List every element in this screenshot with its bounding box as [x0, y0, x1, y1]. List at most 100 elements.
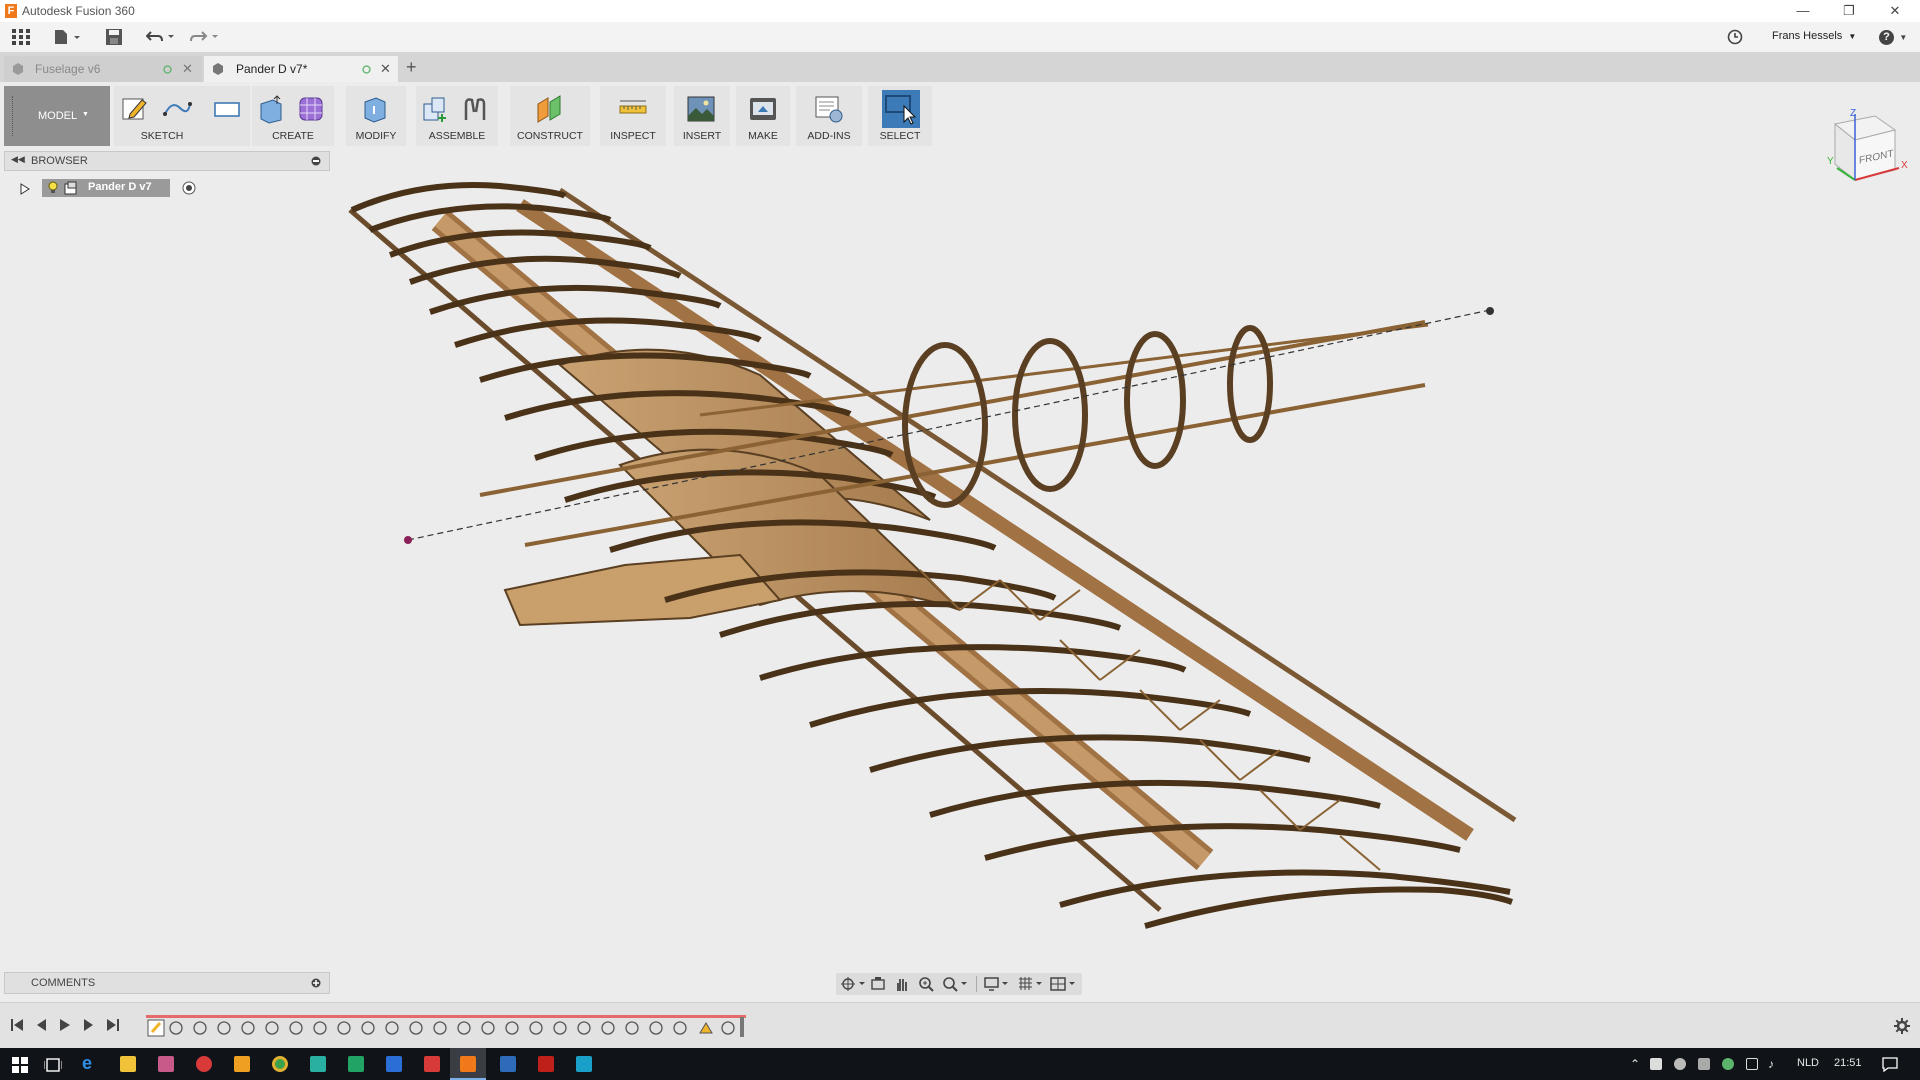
tray-app-icon[interactable] [1650, 1058, 1662, 1070]
y-axis-label: Y [1827, 156, 1834, 167]
workspace-label: MODEL [38, 110, 78, 122]
restore-button[interactable]: ❐ [1826, 0, 1872, 22]
tab-fuselage-v6[interactable]: Fuselage v6 ✕ [4, 56, 202, 82]
group-label: CONSTRUCT [517, 130, 583, 142]
toolbar-group-construct[interactable]: CONSTRUCT [510, 86, 590, 146]
toolbar-group-inspect[interactable]: INSPECT [600, 86, 666, 146]
job-status-clock-icon[interactable] [1727, 29, 1743, 45]
axis-endpoint[interactable] [404, 536, 412, 544]
close-tab-icon[interactable]: ✕ [182, 56, 193, 82]
insert-canvas-icon[interactable] [686, 94, 716, 124]
timeline-marker[interactable] [740, 1017, 744, 1037]
redo-icon[interactable] [190, 30, 222, 44]
app-pinned-icon[interactable] [576, 1056, 592, 1072]
go-to-start-icon[interactable] [10, 1018, 24, 1032]
axis-endpoint[interactable] [1486, 307, 1494, 315]
pan-hand-icon[interactable] [894, 976, 910, 992]
joint-icon[interactable] [460, 94, 490, 124]
group-label: MODIFY [355, 130, 397, 142]
toolbar-group-add-ins[interactable]: ADD-INS [796, 86, 862, 146]
help-button[interactable]: ? ▼ [1879, 29, 1907, 45]
rectangle-icon[interactable] [212, 94, 242, 124]
data-panel-grid-icon[interactable] [12, 29, 30, 45]
close-window-button[interactable]: ✕ [1872, 0, 1918, 22]
toolbar-group-modify[interactable]: MODIFY [346, 86, 406, 146]
app-pinned-icon[interactable] [310, 1056, 326, 1072]
chevron-down-icon: ▼ [1899, 33, 1908, 42]
play-icon[interactable] [58, 1018, 72, 1032]
timeline-history-strip[interactable] [146, 1015, 746, 1037]
tab-pander-d-v7[interactable]: Pander D v7* ✕ [204, 56, 398, 82]
select-arrow-icon[interactable] [882, 90, 920, 128]
undo-icon[interactable] [146, 30, 178, 44]
look-at-icon[interactable] [870, 976, 886, 992]
windows-start-icon[interactable] [12, 1057, 28, 1073]
minimize-button[interactable]: — [1780, 0, 1826, 22]
comments-panel[interactable]: COMMENTS [4, 972, 330, 994]
extrude-icon[interactable] [256, 94, 286, 124]
app-pinned-icon[interactable] [234, 1056, 250, 1072]
group-label: ASSEMBLE [428, 130, 486, 142]
chrome-browser-icon[interactable] [272, 1056, 288, 1072]
task-view-icon[interactable] [44, 1057, 62, 1073]
app-pinned-icon[interactable] [500, 1056, 516, 1072]
grid-snaps-icon[interactable] [1018, 976, 1044, 992]
new-component-icon[interactable] [420, 94, 450, 124]
workspace-switcher[interactable]: MODEL ▼ [4, 86, 110, 146]
toolbar-group-create[interactable]: CREATE [252, 86, 334, 146]
file-menu-icon[interactable] [54, 29, 82, 45]
view-cube[interactable]: FRONT Z X Y [1815, 108, 1915, 188]
show-hidden-icons-chevron-icon[interactable]: ⌃ [1630, 1057, 1640, 1071]
toolbar-group-assemble[interactable]: ASSEMBLE [416, 86, 498, 146]
scripts-add-ins-icon[interactable] [814, 94, 844, 124]
app-pinned-icon[interactable] [158, 1056, 174, 1072]
network-icon[interactable] [1746, 1058, 1758, 1070]
new-tab-button[interactable]: + [406, 56, 417, 78]
edge-browser-icon[interactable]: e [82, 1053, 98, 1073]
app-pinned-icon[interactable] [196, 1056, 212, 1072]
timeline-settings-gear-icon[interactable] [1894, 1018, 1910, 1034]
toolbar-group-insert[interactable]: INSERT [674, 86, 730, 146]
viewports-icon[interactable] [1050, 976, 1078, 992]
next-step-icon[interactable] [82, 1018, 96, 1032]
volume-icon[interactable]: ♪ [1768, 1057, 1774, 1071]
previous-step-icon[interactable] [34, 1018, 48, 1032]
app-pinned-icon[interactable] [424, 1056, 440, 1072]
zoom-icon[interactable] [918, 976, 934, 992]
fit-window-icon[interactable] [942, 976, 968, 992]
form-sculpt-icon[interactable] [296, 94, 326, 124]
acrobat-icon[interactable] [538, 1056, 554, 1072]
design-document-icon [13, 63, 23, 75]
3d-viewport[interactable] [0, 146, 1920, 972]
toolbar-group-make[interactable]: MAKE [736, 86, 790, 146]
tray-app-icon[interactable] [1674, 1058, 1686, 1070]
press-pull-icon[interactable] [360, 94, 390, 124]
clock-time[interactable]: 21:51 [1834, 1057, 1862, 1069]
user-account-menu[interactable]: Frans Hessels ▼ [1772, 30, 1856, 42]
fusion-360-taskbar-icon[interactable] [460, 1056, 476, 1072]
file-explorer-icon[interactable] [120, 1056, 136, 1072]
create-sketch-icon[interactable] [120, 94, 150, 124]
chevron-down-icon: ▼ [82, 111, 89, 118]
line-spline-icon[interactable] [162, 94, 192, 124]
input-language[interactable]: NLD [1797, 1057, 1819, 1069]
3d-print-icon[interactable] [748, 94, 778, 124]
offset-plane-icon[interactable] [534, 94, 564, 124]
group-label: MAKE [748, 130, 778, 142]
excel-icon[interactable] [348, 1056, 364, 1072]
tray-app-icon[interactable] [1722, 1058, 1734, 1070]
view-cube-graphic [1833, 114, 1900, 182]
close-tab-icon[interactable]: ✕ [380, 56, 391, 82]
save-icon[interactable] [106, 29, 122, 45]
measure-icon[interactable] [618, 94, 648, 124]
add-comment-icon[interactable] [311, 978, 321, 988]
action-center-icon[interactable] [1882, 1057, 1898, 1072]
word-icon[interactable] [386, 1056, 402, 1072]
display-settings-icon[interactable] [984, 976, 1010, 992]
go-to-end-icon[interactable] [106, 1018, 120, 1032]
tray-app-icon[interactable] [1698, 1058, 1710, 1070]
navigation-bar [836, 973, 1082, 995]
orbit-icon[interactable] [840, 976, 866, 992]
toolbar-group-sketch[interactable]: SKETCH [114, 86, 210, 146]
toolbar-group-select[interactable]: SELECT [868, 86, 932, 146]
